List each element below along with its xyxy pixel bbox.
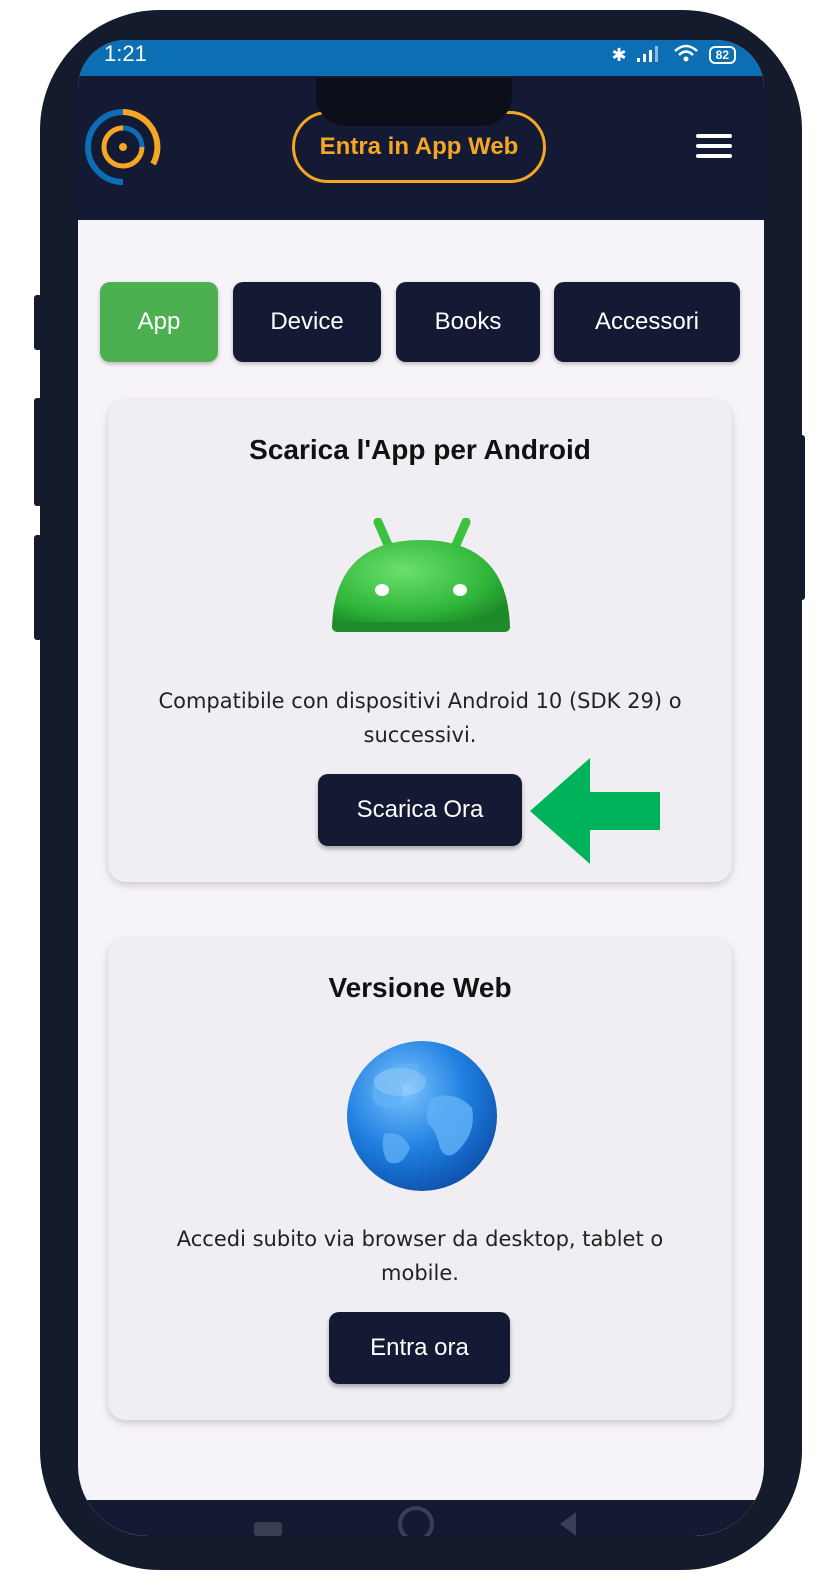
card-description: Compatibile con dispositivi Android 10 (… <box>158 689 682 747</box>
status-time: 1:21 <box>104 41 147 66</box>
tab-books[interactable]: Books <box>396 282 540 362</box>
android-robot-icon <box>332 518 510 632</box>
camera-notch <box>316 78 512 126</box>
battery-indicator: 82 <box>708 46 736 64</box>
globe-icon <box>347 1041 497 1191</box>
app-logo[interactable] <box>82 106 164 188</box>
phone-screen: 1:21 ✱ 82 Entra in App Web App Device Bo… <box>78 40 764 1536</box>
home-icon[interactable] <box>398 1506 434 1536</box>
hamburger-menu-icon[interactable] <box>696 134 732 162</box>
card-title: Versione Web <box>328 972 512 1003</box>
download-now-button[interactable]: Scarica Ora <box>318 774 522 846</box>
enter-now-button[interactable]: Entra ora <box>329 1312 510 1384</box>
recent-apps-icon[interactable] <box>254 1522 282 1536</box>
tab-app[interactable]: App <box>100 282 218 362</box>
bluetooth-icon: ✱ <box>611 44 627 65</box>
status-bar: 1:21 ✱ 82 <box>78 40 764 76</box>
green-arrow-icon <box>530 758 660 864</box>
tab-device[interactable]: Device <box>233 282 381 362</box>
card-description: Accedi subito via browser da desktop, ta… <box>176 1227 664 1285</box>
tab-accessori[interactable]: Accessori <box>554 282 740 362</box>
signal-icon <box>636 44 663 67</box>
wifi-icon <box>673 43 699 68</box>
system-nav-bar <box>78 1500 764 1536</box>
status-icons: ✱ 82 <box>612 41 736 69</box>
web-version-card: Versione Web Accedi subito via browser d… <box>108 938 732 1420</box>
card-title: Scarica l'App per Android <box>249 434 591 465</box>
main-content: App Device Books Accessori Scarica l'App… <box>78 220 764 1536</box>
back-icon[interactable] <box>560 1512 576 1536</box>
